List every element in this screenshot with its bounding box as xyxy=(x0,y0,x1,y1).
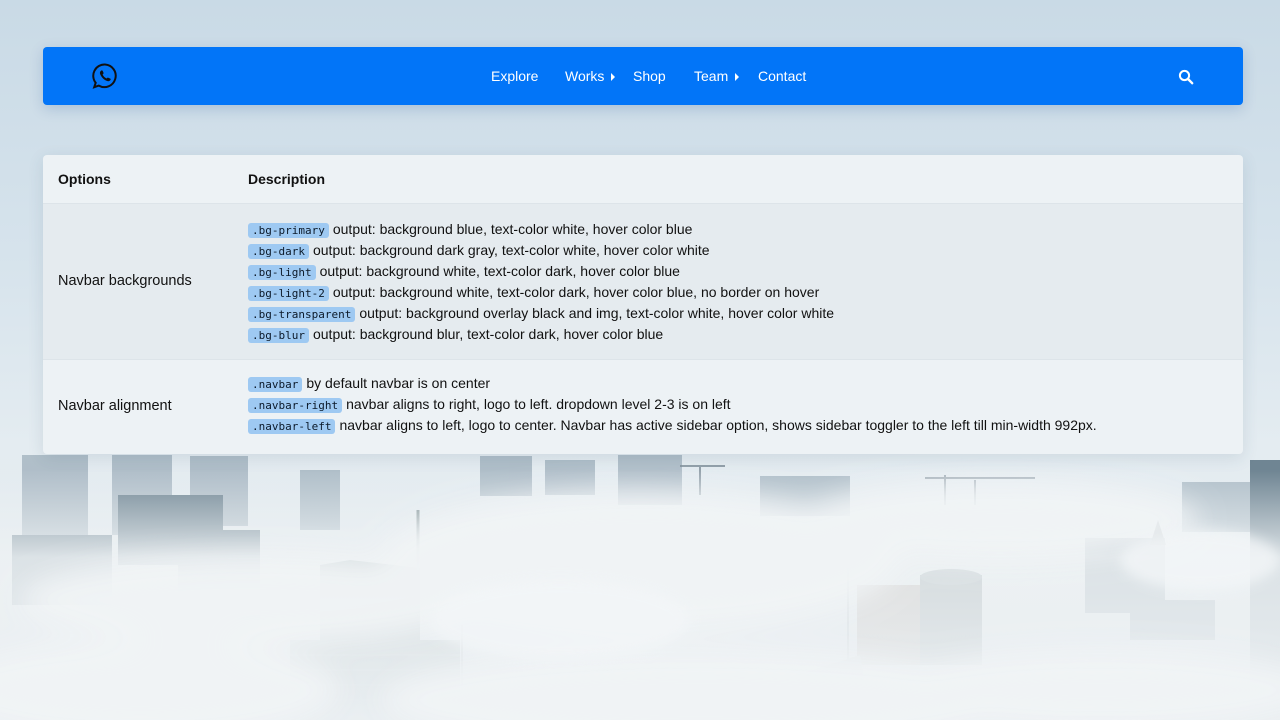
option-name: Navbar backgrounds xyxy=(58,273,192,289)
column-header-options: Options xyxy=(58,171,111,187)
description-text: navbar aligns to right, logo to left. dr… xyxy=(346,396,731,412)
description-line: .bg-light output: background white, text-… xyxy=(248,261,834,282)
options-table: Options Description Navbar backgrounds .… xyxy=(43,155,1243,454)
description-text: output: background blur, text-color dark… xyxy=(312,326,664,342)
code-snippet: .bg-light-2 xyxy=(248,286,329,301)
code-snippet: .navbar-right xyxy=(248,398,343,413)
description-line: .navbar-left navbar aligns to left, logo … xyxy=(248,415,1097,436)
description-text: output: background white, text-color dar… xyxy=(319,263,680,279)
description-text: by default navbar is on center xyxy=(306,375,491,391)
description-text: output: background overlay black and img… xyxy=(359,305,835,321)
nav-menu: Explore Works Shop Team Contact xyxy=(43,47,1243,105)
description-text: output: background white, text-color dar… xyxy=(332,284,820,300)
code-snippet: .bg-light xyxy=(248,265,316,280)
nav-item-label: Explore xyxy=(491,68,539,84)
description-line: .navbar-right navbar aligns to right, log… xyxy=(248,394,1097,415)
code-snippet: .navbar-left xyxy=(248,419,336,434)
table-row: Navbar backgrounds .bg-primary output: ba… xyxy=(43,203,1243,360)
code-snippet: .navbar xyxy=(248,377,303,392)
description-text: output: background dark gray, text-color… xyxy=(312,242,710,258)
code-snippet: .bg-transparent xyxy=(248,307,356,322)
description-line: .bg-light-2 output: background white, tex… xyxy=(248,282,834,303)
nav-item-team[interactable]: Team xyxy=(694,47,740,105)
table-header: Options Description xyxy=(43,155,1243,203)
description-line: .bg-primary output: background blue, text… xyxy=(248,219,834,240)
description-line: .bg-dark output: background dark gray, te… xyxy=(248,240,834,261)
description-text: output: background blue, text-color whit… xyxy=(332,221,693,237)
description-line: .bg-blur output: background blur, text-co… xyxy=(248,324,834,345)
nav-item-works[interactable]: Works xyxy=(565,47,616,105)
caret-right-icon xyxy=(611,73,616,81)
nav-item-contact[interactable]: Contact xyxy=(758,47,806,105)
code-snippet: .bg-dark xyxy=(248,244,309,259)
caret-right-icon xyxy=(735,73,740,81)
nav-item-label: Works xyxy=(565,68,605,84)
description-line: .bg-transparent output: background overla… xyxy=(248,303,834,324)
description-list: .navbar by default navbar is on center .n… xyxy=(248,373,1097,436)
table-row: Navbar alignment .navbar by default navba… xyxy=(43,360,1243,454)
column-header-description: Description xyxy=(248,171,326,187)
code-snippet: .bg-blur xyxy=(248,328,309,343)
nav-item-shop[interactable]: Shop xyxy=(633,47,666,105)
whatsapp-icon[interactable] xyxy=(92,63,118,89)
nav-item-label: Contact xyxy=(758,68,807,84)
description-text: navbar aligns to left, logo to center. N… xyxy=(339,417,1097,433)
search-icon[interactable] xyxy=(1178,69,1194,85)
option-name: Navbar alignment xyxy=(58,398,172,414)
nav-item-label: Team xyxy=(694,68,729,84)
navbar: Explore Works Shop Team Contact xyxy=(43,47,1243,105)
description-list: .bg-primary output: background blue, text… xyxy=(248,219,834,345)
nav-item-explore[interactable]: Explore xyxy=(491,47,538,105)
description-line: .navbar by default navbar is on center xyxy=(248,373,1097,394)
nav-item-label: Shop xyxy=(633,68,666,84)
code-snippet: .bg-primary xyxy=(248,223,329,238)
